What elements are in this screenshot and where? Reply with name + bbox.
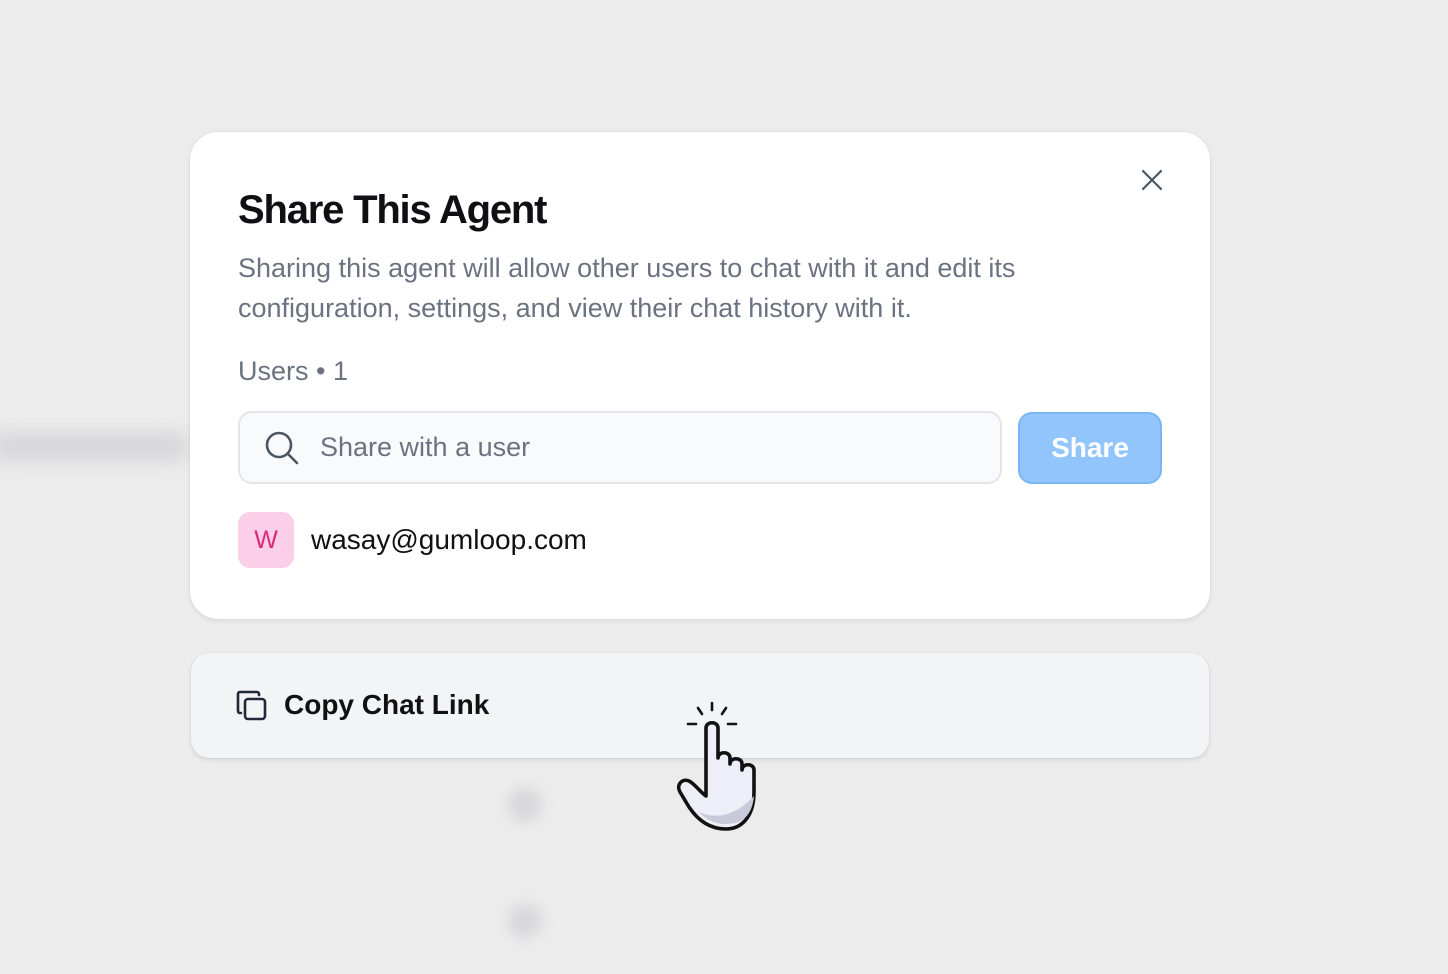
pointer-hand-cursor-icon	[676, 701, 756, 831]
user-email: wasay@gumloop.com	[311, 524, 587, 555]
blurred-background-item	[508, 904, 542, 938]
user-list-item: W wasay@gumloop.com	[238, 512, 587, 568]
search-input[interactable]	[320, 413, 980, 482]
copy-chat-link-label: Copy Chat Link	[284, 689, 490, 720]
modal-title: Share This Agent	[238, 188, 547, 232]
share-button[interactable]: Share	[1018, 412, 1162, 484]
close-icon	[1141, 169, 1163, 191]
avatar: W	[238, 512, 294, 568]
blurred-background-text	[0, 432, 190, 462]
blurred-background-item	[508, 788, 542, 822]
copy-icon	[236, 690, 267, 721]
modal-description: Sharing this agent will allow other user…	[238, 253, 1016, 323]
users-count-label: Users • 1	[238, 356, 348, 386]
share-agent-modal: Share This Agent Sharing this agent will…	[190, 132, 1210, 619]
share-search-field[interactable]	[238, 411, 1002, 484]
search-icon	[265, 431, 299, 465]
close-button[interactable]	[1136, 164, 1168, 196]
